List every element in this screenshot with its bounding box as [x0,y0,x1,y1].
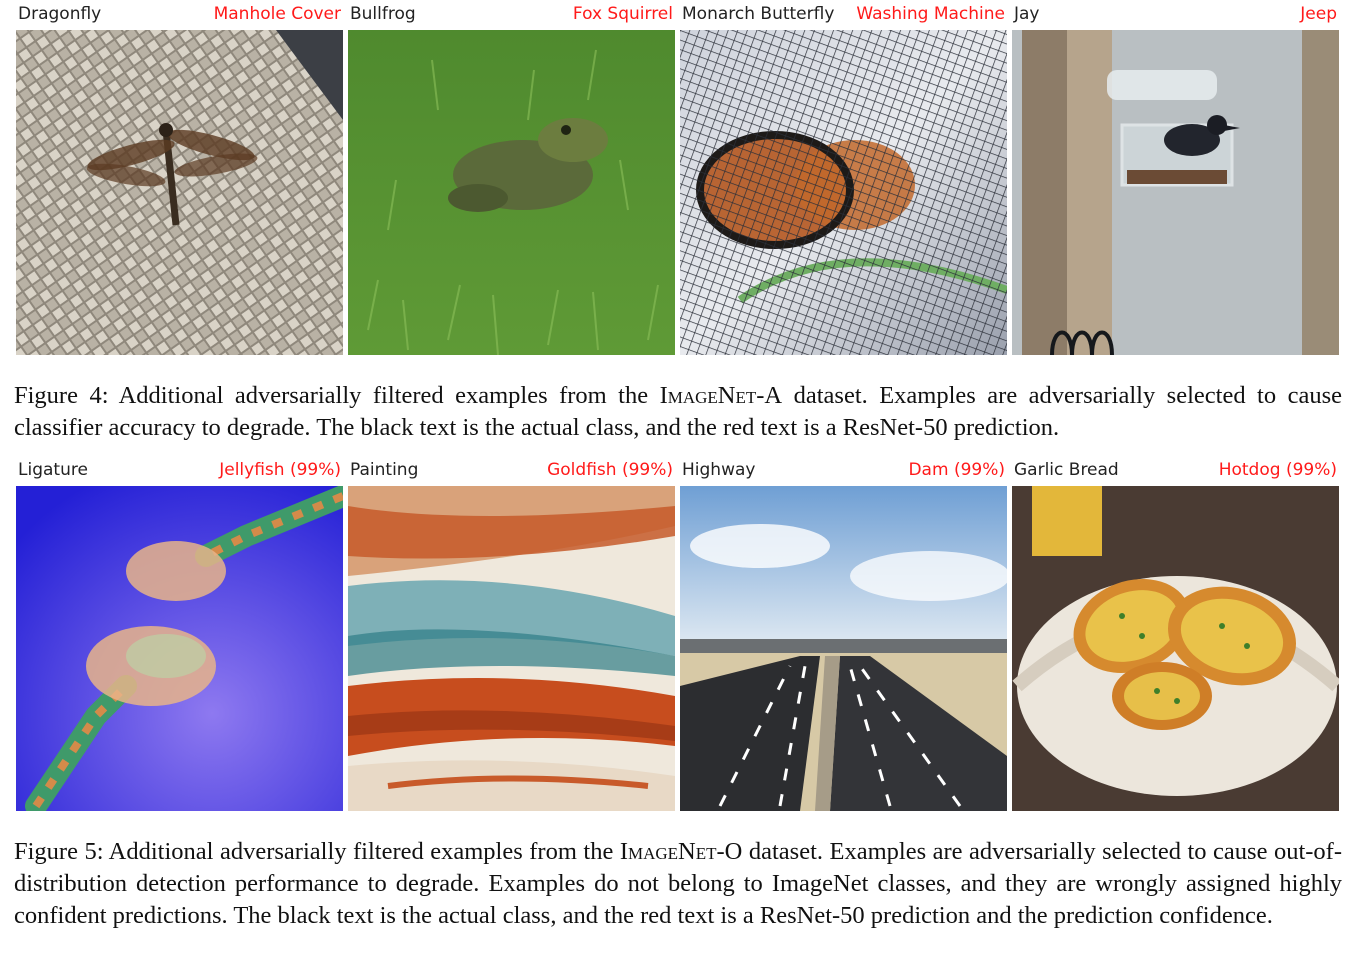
ligature-image [16,486,343,811]
figure-5-caption: Figure 5: Additional adversarially filte… [14,836,1342,932]
actual-class-label: Garlic Bread [1014,460,1119,480]
predicted-class-label: Jellyfish (99%) [219,460,341,480]
predicted-class-label: Goldfish (99%) [547,460,673,480]
figure-4-caption-dataset: ImageNet-A [659,382,783,409]
dragonfly-image [16,30,343,355]
predicted-class-label: Fox Squirrel [572,4,673,24]
figure-5-caption-dataset: ImageNet-O [619,838,743,865]
predicted-class-label: Hotdog (99%) [1218,460,1337,480]
highway-image [680,486,1007,811]
actual-class-label: Painting [350,460,419,480]
actual-class-label: Bullfrog [350,4,416,24]
figure-5-panel-highway: Highway Dam (99%) [680,456,1007,811]
painting-image [348,486,675,811]
garlic-bread-image [1012,486,1339,811]
figure-5-panel-garlic-bread: Garlic Bread Hotdog (99%) [1012,456,1339,811]
bullfrog-image [348,30,675,355]
jay-image [1012,30,1339,355]
figure-5-caption-prefix: Figure 5: Additional adversarially filte… [14,838,620,865]
figure-5-panel-ligature: Ligature Jellyfish (99%) [16,456,343,811]
figure-4-caption-prefix: Figure 4: Additional adversarially filte… [14,382,660,409]
actual-class-label: Monarch Butterfly [682,4,835,24]
actual-class-label: Highway [682,460,756,480]
figure-4-caption: Figure 4: Additional adversarially filte… [14,380,1342,444]
figure-4-panel-monarch: Monarch Butterfly Washing Machine [680,0,1007,355]
figure-4-panel-bullfrog: Bullfrog Fox Squirrel [348,0,675,355]
figure-4-panel-dragonfly: Dragonfly Manhole Cover [16,0,343,355]
predicted-class-label: Manhole Cover [213,4,341,24]
actual-class-label: Jay [1014,4,1040,24]
monarch-image [680,30,1007,355]
actual-class-label: Dragonfly [18,4,102,24]
actual-class-label: Ligature [18,460,88,480]
figure-5-panel-painting: Painting Goldfish (99%) [348,456,675,811]
predicted-class-label: Dam (99%) [908,460,1005,480]
predicted-class-label: Jeep [1300,4,1337,24]
predicted-class-label: Washing Machine [856,4,1005,24]
figure-4-panel-jay: Jay Jeep [1012,0,1339,355]
